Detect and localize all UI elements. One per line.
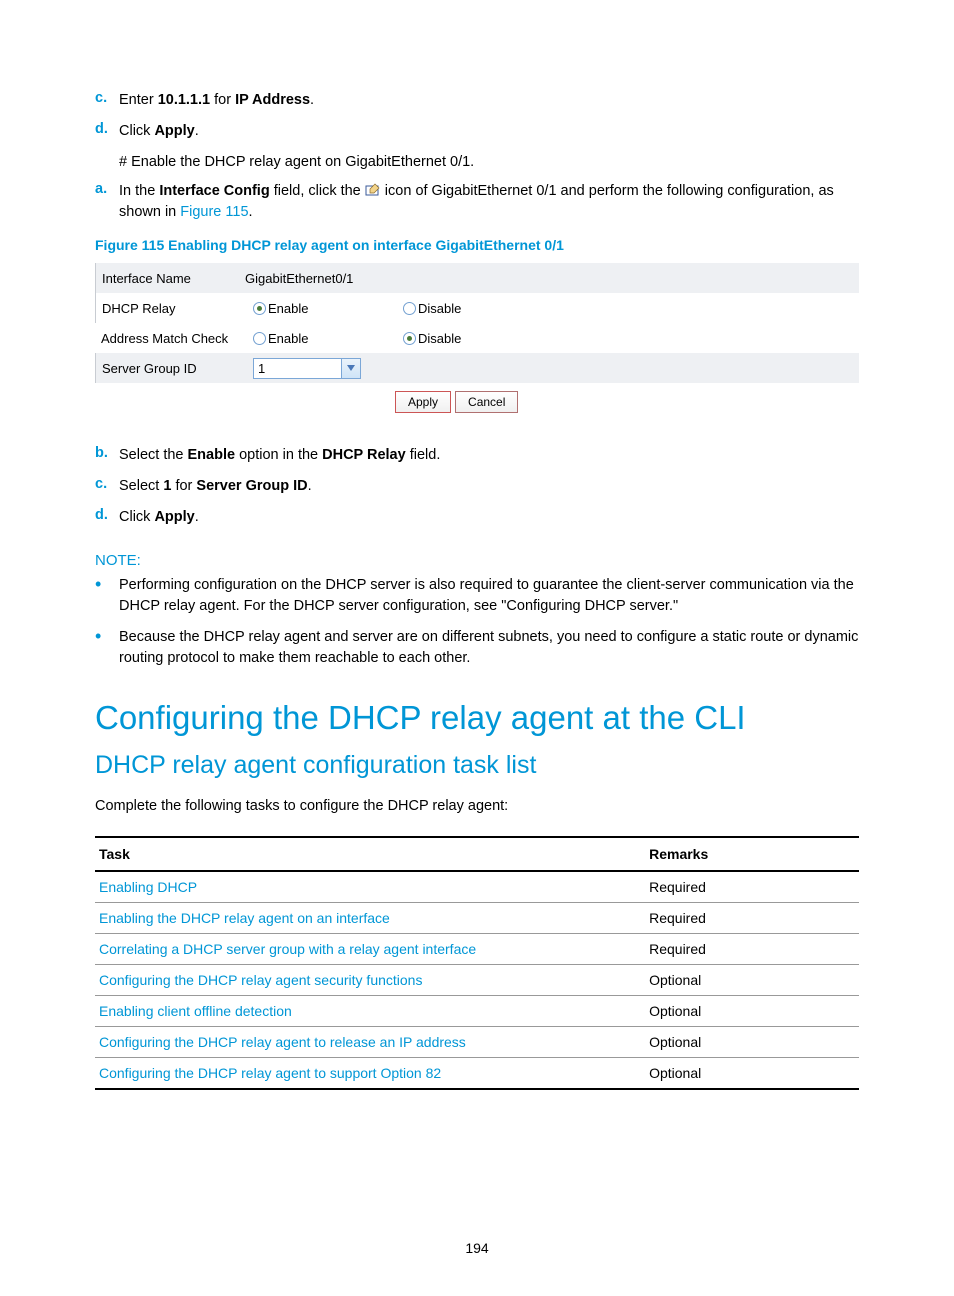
task-remark: Required [645, 871, 859, 903]
step-letter: b. [95, 445, 119, 466]
radio-icon-unselected [253, 332, 266, 345]
step-letter: d. [95, 121, 119, 142]
step-list-mid: b.Select the Enable option in the DHCP R… [95, 445, 859, 528]
bullet-icon: • [95, 627, 119, 669]
chevron-down-icon [341, 359, 360, 378]
step-a-prefix: In the [119, 183, 159, 199]
table-row: Enabling DHCP Required [95, 871, 859, 903]
note-text: Because the DHCP relay agent and server … [119, 627, 859, 669]
hash-enable-line: # Enable the DHCP relay agent on Gigabit… [119, 152, 859, 173]
table-row: Configuring the DHCP relay agent securit… [95, 965, 859, 996]
heading-task-list: DHCP relay agent configuration task list [95, 751, 859, 780]
radio-label-disable: Disable [418, 301, 461, 316]
col-remarks: Remarks [645, 837, 859, 871]
step-text: Enter 10.1.1.1 for IP Address. [119, 90, 859, 111]
task-remark: Optional [645, 1058, 859, 1090]
apply-button[interactable]: Apply [395, 391, 451, 413]
table-row: Configuring the DHCP relay agent to supp… [95, 1058, 859, 1090]
step-letter: c. [95, 476, 119, 497]
radio-label-enable: Enable [268, 301, 308, 316]
server-group-id-select[interactable]: 1 [253, 358, 361, 379]
step-text: Click Apply. [119, 121, 859, 142]
table-row: Enabling the DHCP relay agent on an inte… [95, 903, 859, 934]
task-link[interactable]: Configuring the DHCP relay agent to rele… [99, 1034, 466, 1050]
note-bullets: •Performing configuration on the DHCP se… [95, 575, 859, 669]
task-remark: Optional [645, 996, 859, 1027]
fig-row-dhcp-relay: DHCP Relay Enable Disable [95, 293, 859, 323]
step-letter-a: a. [95, 181, 119, 223]
task-remark: Optional [645, 1027, 859, 1058]
fig-row-address-match: Address Match Check Enable Disable [95, 323, 859, 353]
task-remark: Optional [645, 965, 859, 996]
page: c.Enter 10.1.1.1 for IP Address.d.Click … [0, 0, 954, 1296]
task-link[interactable]: Enabling DHCP [99, 879, 197, 895]
task-link[interactable]: Enabling client offline detection [99, 1003, 292, 1019]
label-address-match: Address Match Check [95, 323, 245, 353]
step-a-interface-config: Interface Config [159, 183, 269, 199]
radio-icon-selected [403, 332, 416, 345]
step-letter: d. [95, 507, 119, 528]
figure-115-link[interactable]: Figure 115 [180, 204, 248, 220]
task-link[interactable]: Correlating a DHCP server group with a r… [99, 941, 476, 957]
page-number: 194 [0, 1240, 954, 1256]
step-a-container: a. In the Interface Config field, click … [95, 181, 859, 223]
task-link[interactable]: Configuring the DHCP relay agent to supp… [99, 1065, 441, 1081]
label-dhcp-relay: DHCP Relay [95, 293, 245, 323]
task-remark: Required [645, 934, 859, 965]
note-text: Performing configuration on the DHCP ser… [119, 575, 859, 617]
step-letter: c. [95, 90, 119, 111]
radio-dhcp-relay-enable[interactable]: Enable [253, 301, 308, 316]
radio-label-enable-2: Enable [268, 331, 308, 346]
server-group-id-value: 1 [254, 361, 341, 376]
step-a-text: In the Interface Config field, click the… [119, 181, 859, 223]
label-server-group-id: Server Group ID [95, 353, 245, 383]
task-remark: Required [645, 903, 859, 934]
step-list-top: c.Enter 10.1.1.1 for IP Address.d.Click … [95, 90, 859, 142]
radio-addr-match-enable[interactable]: Enable [253, 331, 308, 346]
radio-icon-selected [253, 302, 266, 315]
figure-115-caption: Figure 115 Enabling DHCP relay agent on … [95, 237, 859, 253]
table-row: Enabling client offline detection Optiona… [95, 996, 859, 1027]
step-a-mid1: field, click the [270, 183, 365, 199]
figure-button-row: Apply Cancel [95, 383, 859, 417]
label-interface-name: Interface Name [95, 263, 245, 293]
task-link[interactable]: Enabling the DHCP relay agent on an inte… [99, 910, 390, 926]
task-link[interactable]: Configuring the DHCP relay agent securit… [99, 972, 422, 988]
value-interface-name: GigabitEthernet0/1 [245, 263, 395, 293]
fig-row-interface-name: Interface Name GigabitEthernet0/1 [95, 263, 859, 293]
radio-icon-unselected [403, 302, 416, 315]
table-row: Correlating a DHCP server group with a r… [95, 934, 859, 965]
edit-config-icon [365, 183, 381, 197]
radio-dhcp-relay-disable[interactable]: Disable [403, 301, 461, 316]
step-text: Select 1 for Server Group ID. [119, 476, 859, 497]
radio-addr-match-disable[interactable]: Disable [403, 331, 461, 346]
figure-115: Interface Name GigabitEthernet0/1 DHCP R… [95, 263, 859, 417]
step-text: Click Apply. [119, 507, 859, 528]
col-task: Task [95, 837, 645, 871]
radio-label-disable-2: Disable [418, 331, 461, 346]
table-row: Configuring the DHCP relay agent to rele… [95, 1027, 859, 1058]
heading-cli: Configuring the DHCP relay agent at the … [95, 699, 859, 737]
step-text: Select the Enable option in the DHCP Rel… [119, 445, 859, 466]
cancel-button[interactable]: Cancel [455, 391, 518, 413]
note-heading: NOTE: [95, 552, 859, 569]
task-table: Task Remarks Enabling DHCPRequiredEnabli… [95, 836, 859, 1090]
intro-text: Complete the following tasks to configur… [95, 798, 859, 814]
bullet-icon: • [95, 575, 119, 617]
step-a-end: . [249, 204, 253, 220]
fig-row-server-group: Server Group ID 1 [95, 353, 859, 383]
